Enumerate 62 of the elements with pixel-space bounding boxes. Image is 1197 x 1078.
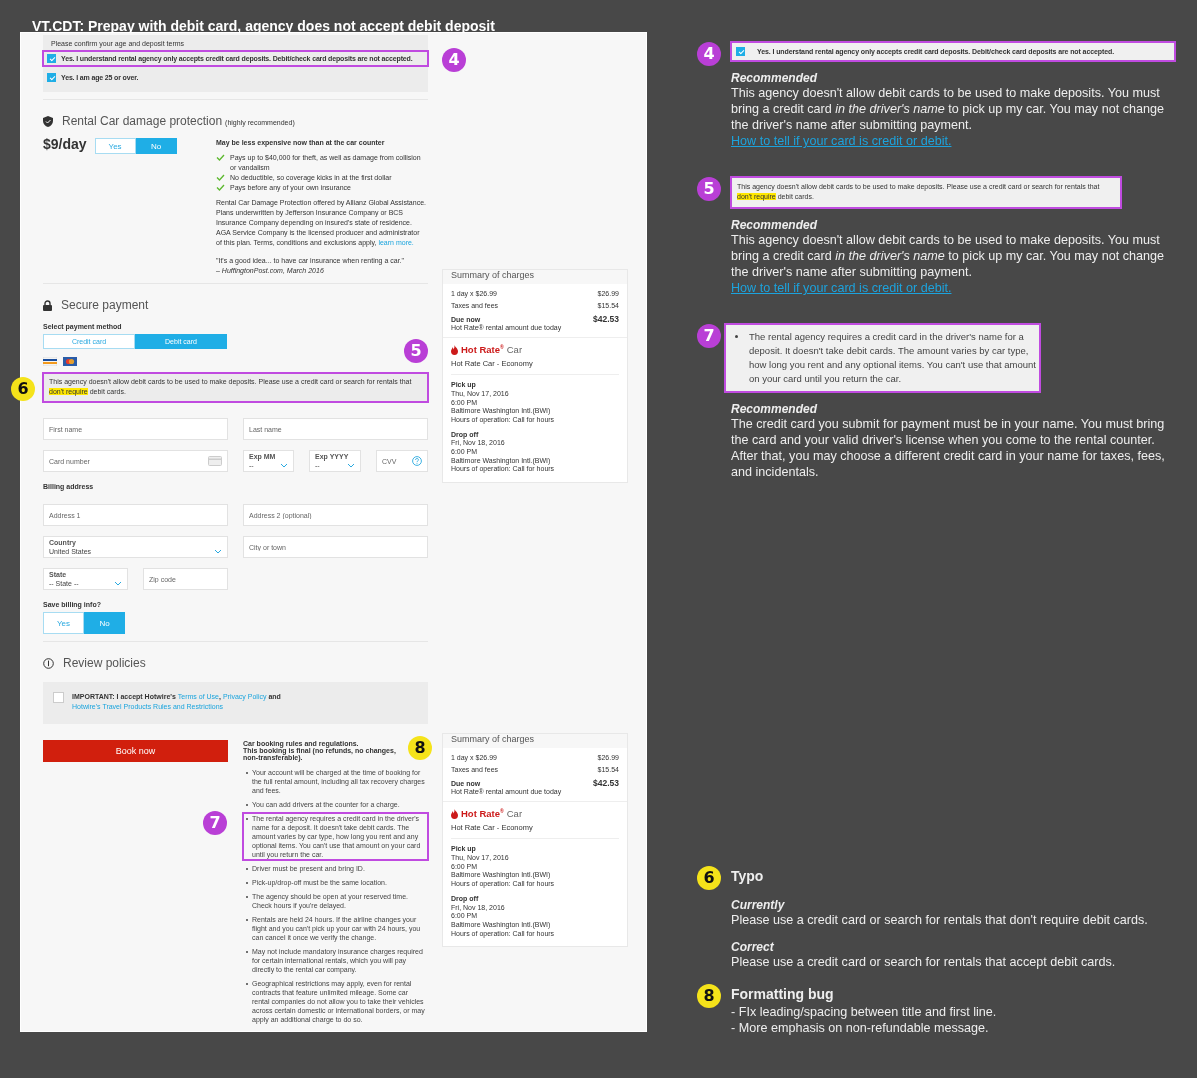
note-title: Formatting bug [731,985,835,1004]
toggle-option[interactable]: Yes [94,138,136,154]
note-text: This agency doesn't allow debit cards to be used to make deposits. You must bring a credit card in the driver's name to pick up my car. You may not change the driver's name after submitting payment. How to tell if your card is credit or debit. [731,85,1165,149]
note-heading: Recommended [731,218,819,232]
section-title: Secure payment [61,298,149,312]
info-icon [43,657,54,669]
brand-name: Hot Rate$^{®}$ [461,344,504,356]
note-text: - More emphasis on non-refundable message. [731,1020,990,1036]
credit-card-icon [208,456,222,466]
chevron-icon [280,462,288,469]
number-badge: 6 [11,377,35,401]
section-title: Review policies [63,656,146,670]
toggle-option[interactable]: No [135,138,177,154]
rule-item: The rental agency requires a credit card in the driver's name for a deposit. It doesn't take debit cards. The amount varies by car type, how long you rent and any optional items. You can't use that amount on your card until you return the car. [727,329,1038,387]
note-heading: Currently [731,898,786,912]
shield-icon [43,115,53,127]
toggle-option[interactable]: Yes [43,612,84,634]
card-logo-icon [43,357,57,366]
flame-icon [451,808,458,819]
help-link[interactable]: How to tell if your card is credit or debit. [731,281,952,295]
number-badge: 6 [697,866,721,890]
number-badge: 7 [697,324,721,348]
chevron-icon [347,462,355,469]
summary-title: Summary of charges [443,270,627,284]
number-badge: 4 [697,42,721,66]
section-title: Rental Car damage protection [62,114,223,128]
note-heading: Correct [731,940,775,954]
brand-suffix: Car [506,808,523,820]
number-badge: 5 [404,339,428,363]
due-amount: $42.53 [593,314,619,324]
checkbox[interactable] [47,73,56,82]
summary-title: Summary of charges [443,734,627,749]
note-text: Please use a credit card or search for rentals that accept debit cards. [731,954,1117,970]
brand-name: Hot Rate$^{®}$ [461,808,504,820]
flame-icon [451,344,458,355]
check-icon [216,154,225,161]
number-badge: 4 [442,48,466,72]
number-badge: 8 [408,736,432,760]
chevron-icon [214,548,222,555]
number-badge: 7 [203,811,227,835]
due-amount: $42.53 [593,778,619,789]
note-text: The credit card you submit for payment must be in your name. You must bring the card and your valid driver's license when you come to the rental counter. After that, you may choose a different credit card in your name for taxes, fees, and incidentals. [731,416,1166,480]
note-heading: Recommended [731,402,819,416]
note-text: Please use a credit card or search for rentals that don't require debit cards. [731,912,1149,928]
help-link[interactable]: How to tell if your card is credit or debit. [731,134,952,148]
help-icon [412,456,422,466]
note-heading: Recommended [731,71,819,85]
price-label: $9/day [43,136,87,152]
checkbox[interactable] [47,54,56,63]
note-title: Typo [731,867,765,886]
number-badge: 8 [697,984,721,1008]
lock-icon [43,299,52,311]
brand-suffix: Car [506,344,523,356]
chevron-icon [114,580,122,587]
checkbox[interactable] [53,692,64,703]
book-now-button[interactable]: Book now [43,740,228,762]
checkbox[interactable] [736,47,745,56]
note-text: This agency doesn't allow debit cards to be used to make deposits. You must bring a credit card in the driver's name to pick up my car. You may not change the driver's name after submitting payment. How to tell if your card is credit or debit. [731,232,1165,296]
card-logo-icon [63,357,77,366]
toggle-option[interactable]: No [84,612,125,634]
note-text: - FIx leading/spacing between title and first line. [731,1004,998,1020]
number-badge: 5 [697,177,721,201]
